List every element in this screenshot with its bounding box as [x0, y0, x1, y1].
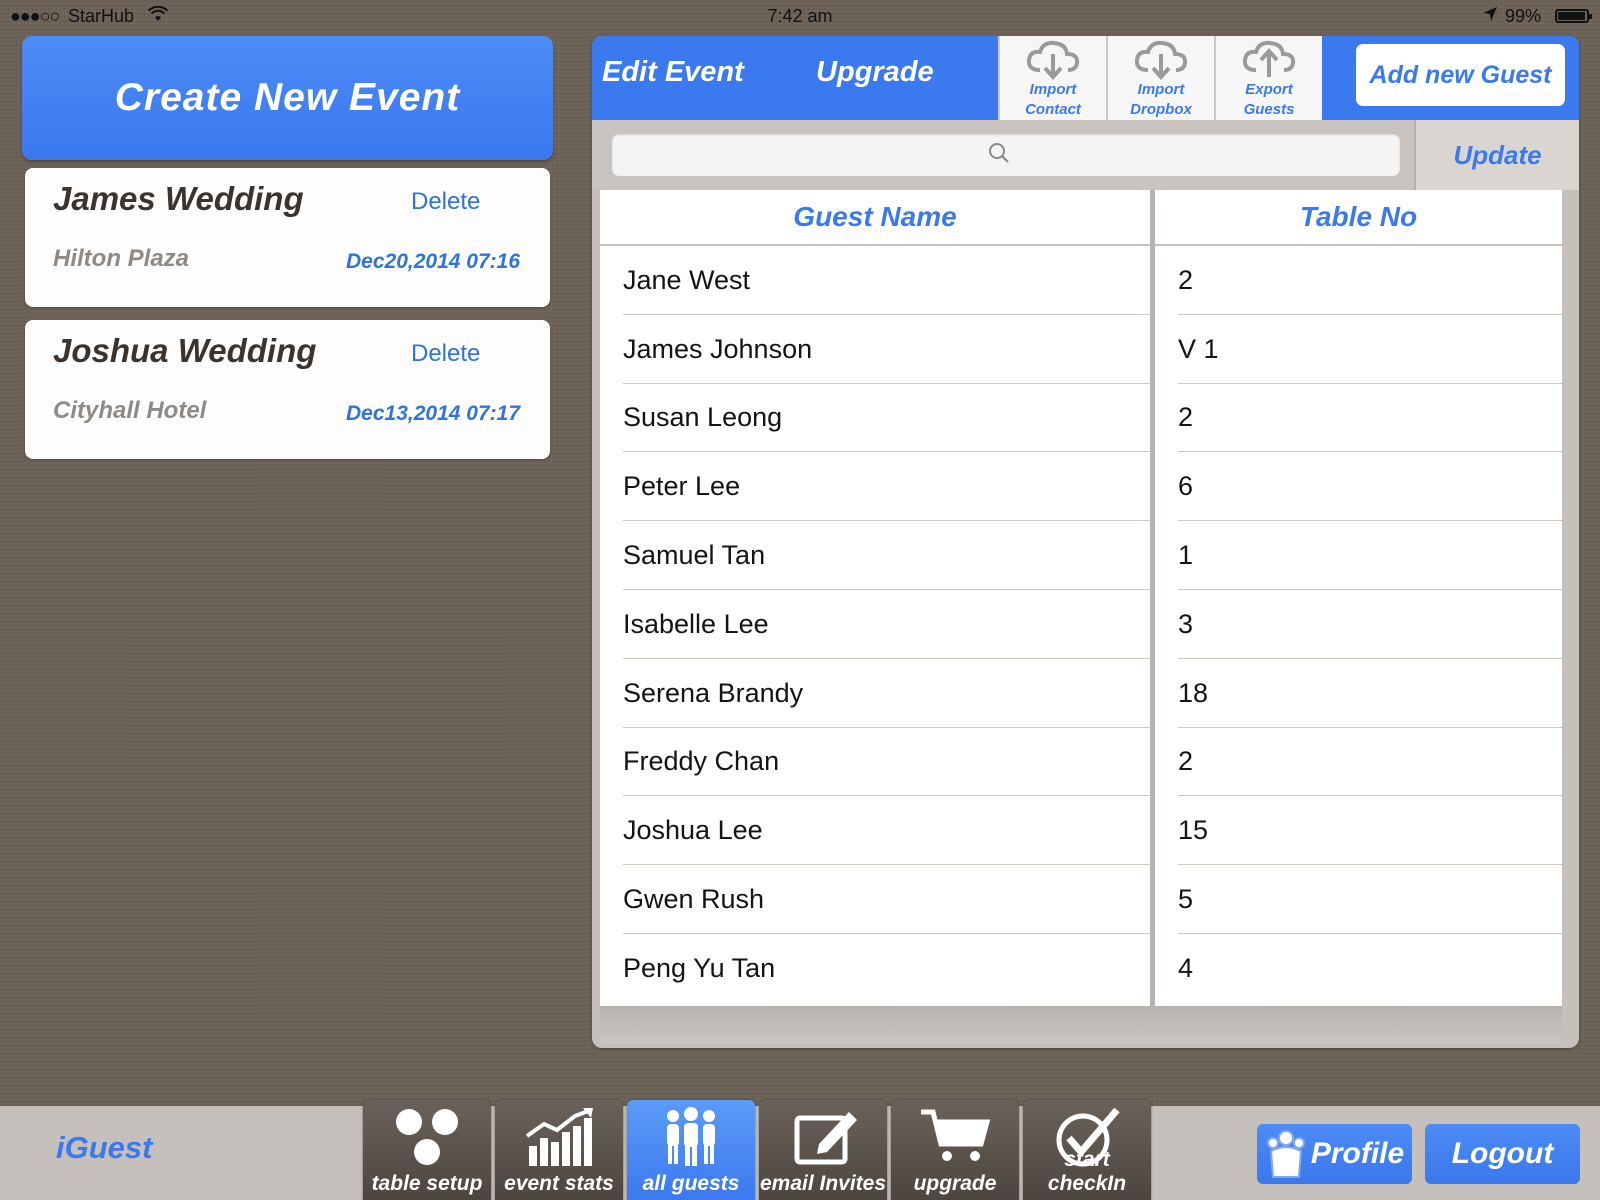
- event-stats-icon: [525, 1108, 593, 1166]
- guest-name-cell[interactable]: Gwen Rush: [600, 865, 1150, 934]
- tab-label: all guests: [642, 1172, 740, 1195]
- guest-list-panel: Edit Event Upgrade Import Contact Import…: [592, 36, 1579, 1048]
- tab-label: table setup: [371, 1172, 483, 1195]
- profile-icon: [1266, 1130, 1305, 1178]
- battery-icon: [1555, 9, 1592, 23]
- table-no-cell[interactable]: 3: [1155, 590, 1562, 659]
- guest-table: Guest Name Jane West James Johnson Susan…: [600, 190, 1571, 1046]
- guest-name-cell[interactable]: Freddy Chan: [600, 728, 1150, 797]
- tab-event-stats[interactable]: event stats: [495, 1100, 623, 1200]
- event-venue: Hilton Plaza: [53, 245, 190, 272]
- table-setup-icon: [396, 1109, 458, 1165]
- table-no-cell[interactable]: 5: [1155, 865, 1562, 934]
- edit-event-button[interactable]: Edit Event: [602, 56, 744, 89]
- status-bar: ●●●○○ StarHub 7:42 am 99%: [0, 0, 1600, 32]
- table-no-cell[interactable]: 2: [1155, 246, 1562, 315]
- table-no-cell[interactable]: 2: [1155, 728, 1562, 797]
- tab-label: upgrade: [913, 1172, 997, 1195]
- table-footer: [600, 1006, 1562, 1044]
- guest-name-column: Guest Name Jane West James Johnson Susan…: [600, 190, 1150, 1006]
- status-time: 7:42 am: [767, 6, 833, 26]
- import-dropbox-button[interactable]: Import Dropbox: [1106, 36, 1214, 120]
- event-name: Joshua Wedding: [53, 332, 317, 369]
- tab-upgrade[interactable]: upgrade: [891, 1100, 1019, 1200]
- table-no-cell[interactable]: 18: [1155, 659, 1562, 728]
- export-guests-label-1: Export: [1245, 81, 1293, 98]
- tab-label: event stats: [504, 1172, 614, 1195]
- profile-label: Profile: [1310, 1137, 1405, 1170]
- bottom-tab-bar: iGuest table setup event stats all guest…: [0, 1100, 1600, 1200]
- delete-event-button[interactable]: Delete: [411, 188, 480, 216]
- event-date: Dec13,2014 07:17: [346, 402, 520, 425]
- table-no-cell[interactable]: 4: [1155, 934, 1562, 1003]
- table-no-cell[interactable]: 2: [1155, 384, 1562, 453]
- update-button[interactable]: Update: [1414, 120, 1579, 190]
- guest-name-cell[interactable]: Peng Yu Tan: [600, 934, 1150, 1003]
- event-date: Dec20,2014 07:16: [346, 250, 520, 273]
- profile-button[interactable]: Profile: [1257, 1124, 1412, 1184]
- guest-name-cell[interactable]: Samuel Tan: [600, 521, 1150, 590]
- table-no-cell[interactable]: 6: [1155, 452, 1562, 521]
- logout-button[interactable]: Logout: [1425, 1124, 1580, 1184]
- all-guests-icon: [667, 1107, 715, 1166]
- guest-name-header[interactable]: Guest Name: [600, 190, 1150, 246]
- tab-start-checkin[interactable]: start checkIn: [1023, 1100, 1151, 1200]
- guest-name-cell[interactable]: Jane West: [600, 246, 1150, 315]
- cloud-download-icon: [1026, 40, 1080, 80]
- cart-icon: [921, 1109, 991, 1161]
- app-brand: iGuest: [56, 1130, 153, 1165]
- event-venue: Cityhall Hotel: [53, 397, 207, 424]
- import-dropbox-label-2: Dropbox: [1130, 101, 1192, 118]
- import-dropbox-label-1: Import: [1137, 81, 1185, 98]
- export-guests-label-2: Guests: [1243, 101, 1295, 118]
- create-new-event-button[interactable]: Create New Event: [22, 36, 553, 160]
- guest-name-cell[interactable]: Isabelle Lee: [600, 590, 1150, 659]
- upgrade-link[interactable]: Upgrade: [816, 56, 934, 89]
- location-arrow-icon: [1482, 6, 1498, 27]
- table-no-column: Table No 2 V 1 2 6 1 3 18 2 15 5 4: [1155, 190, 1562, 1006]
- guest-name-cell[interactable]: Susan Leong: [600, 384, 1150, 453]
- battery-percent: 99%: [1505, 6, 1542, 26]
- tab-label: email Invites: [759, 1172, 887, 1195]
- add-new-guest-button[interactable]: Add new Guest: [1356, 44, 1565, 106]
- table-no-cell[interactable]: 15: [1155, 796, 1562, 865]
- guest-name-cell[interactable]: Peter Lee: [600, 452, 1150, 521]
- guest-name-cell[interactable]: Serena Brandy: [600, 659, 1150, 728]
- tab-table-setup[interactable]: table setup: [363, 1100, 491, 1200]
- cloud-download-icon: [1134, 40, 1188, 80]
- delete-event-button[interactable]: Delete: [411, 340, 480, 368]
- import-contact-label-2: Contact: [1025, 101, 1081, 118]
- search-icon: [988, 142, 1010, 169]
- event-toolbar: Edit Event Upgrade Import Contact Import…: [592, 36, 1579, 120]
- export-guests-button[interactable]: Export Guests: [1214, 36, 1322, 120]
- event-name: James Wedding: [53, 180, 304, 217]
- search-bar: Update: [592, 120, 1579, 190]
- import-contact-label-1: Import: [1029, 81, 1077, 98]
- guest-name-cell[interactable]: Joshua Lee: [600, 796, 1150, 865]
- table-no-cell[interactable]: V 1: [1155, 315, 1562, 384]
- email-invites-icon: [794, 1112, 857, 1165]
- import-contact-button[interactable]: Import Contact: [998, 36, 1106, 120]
- guest-name-cell[interactable]: James Johnson: [600, 315, 1150, 384]
- table-no-cell[interactable]: 1: [1155, 521, 1562, 590]
- table-no-header[interactable]: Table No: [1155, 190, 1562, 246]
- tab-label: start checkIn: [1047, 1148, 1127, 1195]
- event-card[interactable]: James Wedding Delete Hilton Plaza Dec20,…: [25, 168, 550, 307]
- cloud-upload-icon: [1242, 40, 1296, 77]
- event-card[interactable]: Joshua Wedding Delete Cityhall Hotel Dec…: [25, 320, 550, 459]
- tab-all-guests[interactable]: all guests: [627, 1100, 755, 1200]
- tab-email-invites[interactable]: email Invites: [759, 1100, 887, 1200]
